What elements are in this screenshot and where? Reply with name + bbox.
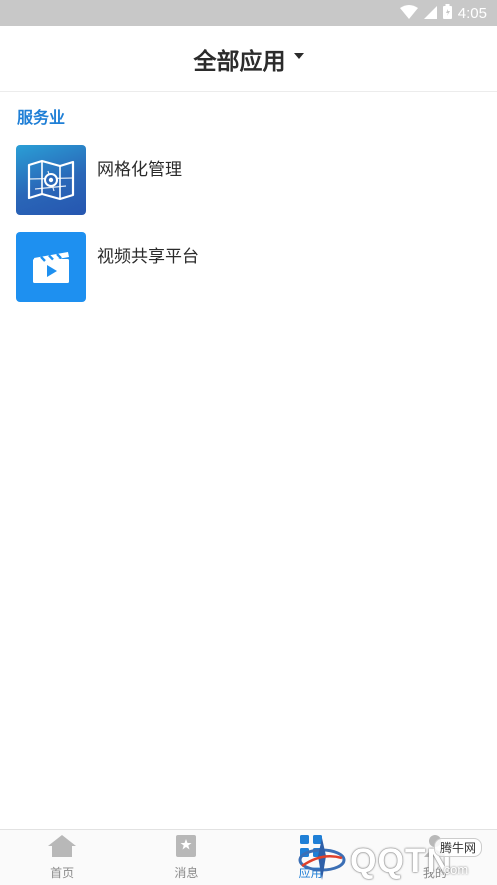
- app-header: 全部应用: [0, 26, 497, 92]
- status-bar: 4:05: [0, 0, 497, 26]
- app-item-grid-management[interactable]: 网格化管理: [16, 145, 182, 215]
- status-time: 4:05: [457, 4, 487, 22]
- nav-label: 应用: [298, 866, 323, 880]
- map-grid-icon: [16, 145, 86, 215]
- nav-item-messages[interactable]: 消息: [124, 830, 248, 885]
- nav-label: 我的: [422, 866, 447, 880]
- nav-item-profile[interactable]: 我的: [373, 830, 497, 885]
- message-icon: [175, 834, 197, 862]
- app-label: 视频共享平台: [97, 247, 199, 267]
- nav-item-home[interactable]: 首页: [0, 830, 124, 885]
- app-item-video-sharing[interactable]: 视频共享平台: [16, 232, 199, 302]
- bottom-nav: 首页 消息 应用 我的: [0, 829, 497, 885]
- apps-icon: [299, 834, 323, 862]
- nav-label: 首页: [50, 866, 75, 880]
- signal-icon: [423, 4, 437, 23]
- category-dropdown[interactable]: 全部应用: [194, 42, 304, 76]
- nav-item-apps[interactable]: 应用: [249, 830, 373, 885]
- app-label: 网格化管理: [97, 160, 182, 180]
- section-title: 服务业: [17, 108, 66, 127]
- battery-icon: [442, 3, 452, 23]
- nav-label: 消息: [174, 866, 199, 880]
- home-icon: [47, 834, 77, 862]
- wifi-icon: [399, 4, 418, 23]
- page-title: 全部应用: [193, 48, 286, 75]
- caret-down-icon: [293, 52, 304, 59]
- video-play-icon: [16, 232, 86, 302]
- profile-icon: [423, 834, 447, 862]
